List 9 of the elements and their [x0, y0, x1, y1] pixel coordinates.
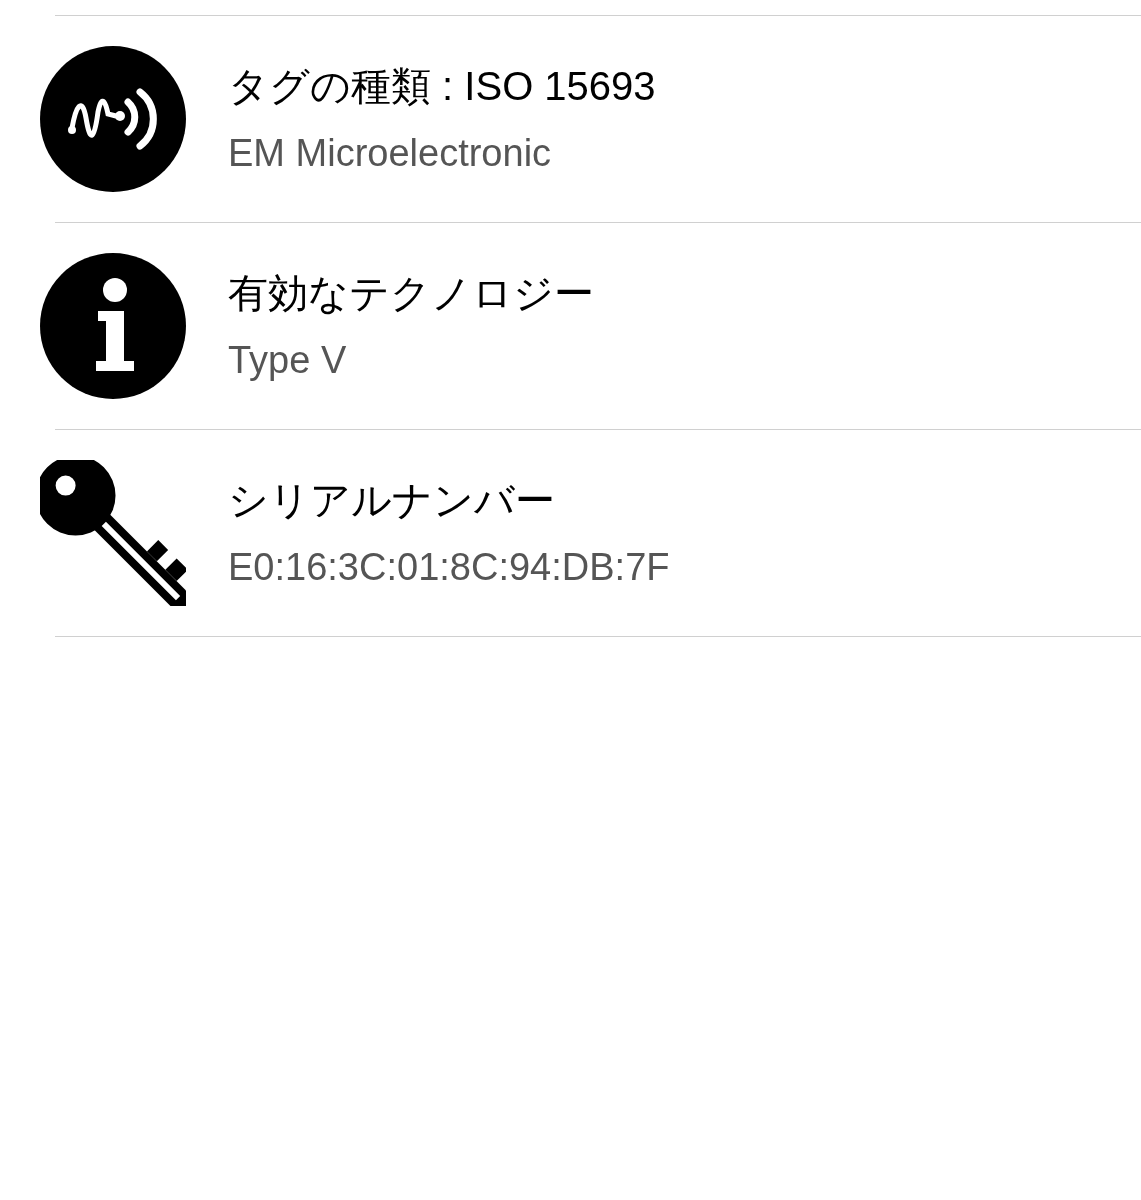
row-title: タグの種類 : ISO 15693	[228, 63, 656, 110]
row-subtitle: Type V	[228, 338, 348, 383]
info-icon	[40, 253, 186, 399]
row-title: 有効なテクノロジー	[228, 270, 594, 317]
row-title: シリアルナンバー	[228, 477, 556, 524]
key-icon	[40, 460, 186, 606]
nfc-signal-icon	[40, 46, 186, 192]
row-subtitle: EM Microelectronic	[228, 131, 553, 176]
row-subtitle: E0:16:3C:01:8C:94:DB:7F	[228, 545, 670, 590]
